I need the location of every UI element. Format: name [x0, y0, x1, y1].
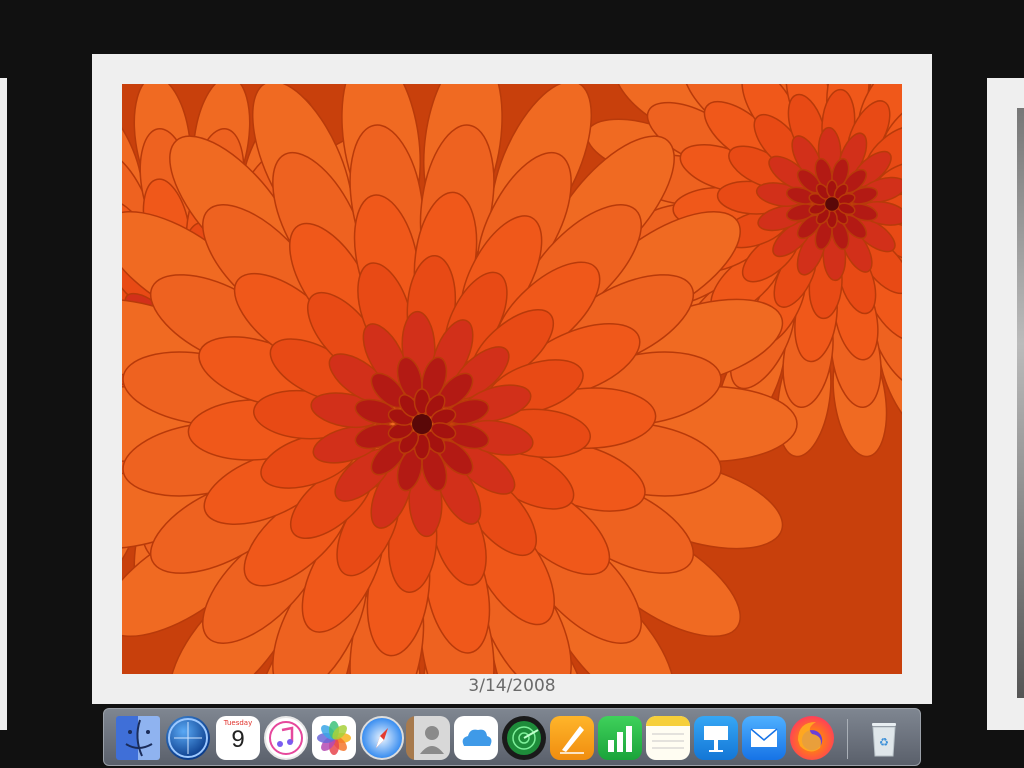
pages-icon[interactable]: [550, 716, 594, 760]
photo-date-caption: 3/14/2008: [468, 676, 556, 696]
calendar-icon[interactable]: Tuesday 9: [216, 716, 260, 760]
notes-icon[interactable]: [646, 716, 690, 760]
find-my-icon[interactable]: [502, 716, 546, 760]
photo-frame: 3/14/2008: [92, 54, 932, 704]
dock: Tuesday 9 ♻: [103, 708, 921, 766]
safari-icon[interactable]: [360, 716, 404, 760]
dock-separator: [847, 719, 848, 759]
keynote-icon[interactable]: [694, 716, 738, 760]
previous-photo-frame[interactable]: [0, 78, 7, 730]
music-icon[interactable]: [264, 716, 308, 760]
icloud-icon[interactable]: [454, 716, 498, 760]
contacts-icon[interactable]: [406, 716, 450, 760]
next-photo-frame[interactable]: [987, 78, 1024, 730]
calendar-day-label: 9: [231, 726, 245, 753]
firefox-icon[interactable]: [790, 716, 834, 760]
flower-photo[interactable]: [122, 84, 902, 674]
screen-saver-icon[interactable]: [166, 716, 210, 760]
photos-icon[interactable]: [312, 716, 356, 760]
numbers-icon[interactable]: [598, 716, 642, 760]
svg-text:♻: ♻: [879, 736, 889, 749]
flower-image: [122, 84, 902, 674]
mail-icon[interactable]: [742, 716, 786, 760]
finder-icon[interactable]: [116, 716, 160, 760]
trash-icon[interactable]: ♻: [862, 716, 906, 760]
